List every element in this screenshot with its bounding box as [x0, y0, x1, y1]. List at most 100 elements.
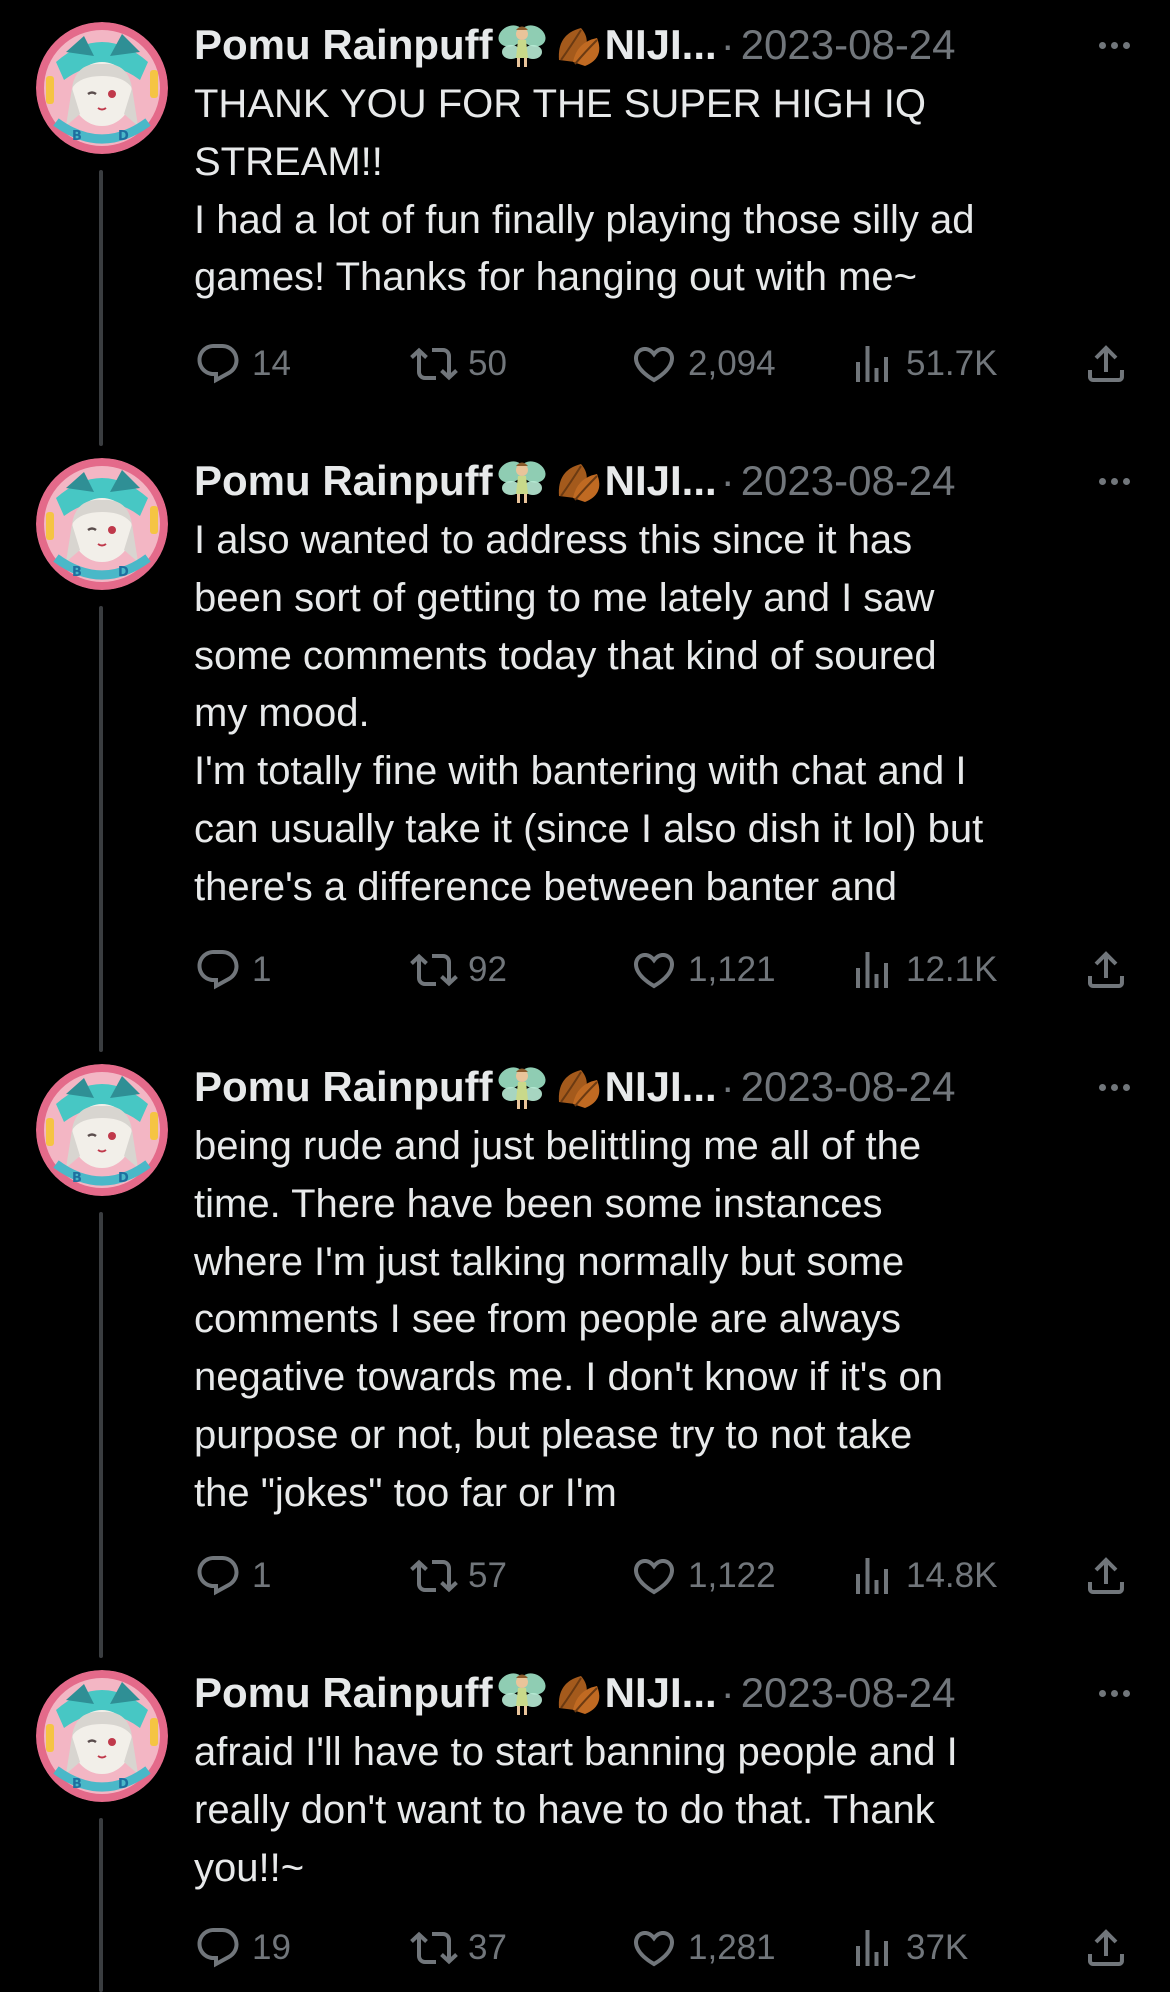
reply-button[interactable]: 14 [194, 334, 291, 394]
fallen-leaf-emoji [551, 20, 605, 70]
svg-text:B: B [72, 1777, 82, 1792]
thread-connector-line [99, 1818, 103, 1992]
share-button[interactable] [1082, 1546, 1130, 1606]
views-count: 12.1K [906, 950, 998, 989]
tweet-text-line: negative towards me. I don't know if it'… [194, 1355, 943, 1400]
views-button[interactable]: 37K [848, 1918, 968, 1978]
avatar[interactable]: B D [36, 22, 168, 154]
share-icon [1088, 1557, 1124, 1594]
tweet[interactable]: B D Pomu Rainpuff [0, 0, 1170, 446]
separator-dot: · [720, 21, 735, 68]
like-button[interactable]: 2,094 [630, 334, 776, 394]
views-icon [856, 1558, 888, 1594]
views-icon [856, 1930, 888, 1966]
separator-dot: · [720, 1669, 735, 1716]
thread-connector-line [99, 1212, 103, 1658]
tweet-header: Pomu Rainpuff NIJI... · 2023-08-24 [194, 1056, 1139, 1118]
tweet[interactable]: B D Pomu Rainpuff [0, 1648, 1170, 1992]
tweet-text-line: some comments today that kind of soured [194, 633, 937, 678]
tweet-text-line: afraid I'll have to start banning people… [194, 1730, 958, 1774]
heart-icon [633, 953, 675, 989]
author-handle-truncated[interactable]: NIJI... [605, 1669, 717, 1717]
retweet-icon [410, 347, 458, 381]
views-button[interactable]: 51.7K [848, 334, 997, 394]
share-button[interactable] [1082, 940, 1130, 1000]
heart-icon [633, 1559, 675, 1595]
reply-icon [197, 344, 239, 384]
svg-text:B: B [72, 1171, 82, 1186]
reply-button[interactable]: 1 [194, 1546, 271, 1606]
views-button[interactable]: 14.8K [848, 1546, 997, 1606]
tweet-date[interactable]: 2023-08-24 [741, 21, 956, 69]
tweet-text-line: I also wanted to address this since it h… [194, 518, 913, 562]
retweet-button[interactable]: 57 [410, 1546, 507, 1606]
tweet-text-line: THANK YOU FOR THE SUPER HIGH IQ [194, 82, 926, 126]
author-handle-truncated[interactable]: NIJI... [605, 457, 717, 505]
retweet-count: 37 [468, 1928, 507, 1967]
reply-button[interactable]: 19 [194, 1918, 291, 1978]
author-handle-truncated[interactable]: NIJI... [605, 21, 717, 69]
tweet-actions: 1 57 1,122 14.8K [194, 1546, 1134, 1606]
svg-text:D: D [118, 1777, 129, 1792]
tweet-text-line: I'm totally fine with bantering with cha… [194, 749, 967, 794]
tweet-text-line: really don't want to have to do that. Th… [194, 1787, 935, 1832]
avatar[interactable]: B D [36, 1670, 168, 1802]
share-button[interactable] [1082, 334, 1130, 394]
author-name[interactable]: Pomu Rainpuff [194, 21, 493, 69]
reply-count: 1 [252, 1556, 272, 1595]
views-button[interactable]: 12.1K [848, 940, 997, 1000]
svg-text:D: D [118, 565, 129, 580]
like-button[interactable]: 1,121 [630, 940, 776, 1000]
reply-count: 14 [252, 344, 291, 383]
tweet-text: being rude and just belittling me all of… [194, 1118, 1124, 1523]
fairy-emoji [495, 20, 549, 70]
author-handle-truncated[interactable]: NIJI... [605, 1063, 717, 1111]
separator-dot: · [720, 1063, 735, 1110]
separator-dot: · [720, 457, 735, 504]
tweet-date[interactable]: 2023-08-24 [741, 1063, 956, 1111]
retweet-button[interactable]: 50 [410, 334, 507, 394]
retweet-icon [410, 1931, 458, 1965]
reply-count: 1 [252, 950, 272, 989]
tweet-date[interactable]: 2023-08-24 [741, 457, 956, 505]
reply-icon [197, 1556, 239, 1596]
like-button[interactable]: 1,281 [630, 1918, 776, 1978]
more-options-icon[interactable] [1089, 22, 1139, 68]
reply-button[interactable]: 1 [194, 940, 271, 1000]
fallen-leaf-emoji [551, 1668, 605, 1718]
author-name[interactable]: Pomu Rainpuff [194, 457, 493, 505]
avatar[interactable]: B D [36, 458, 168, 590]
more-options-icon[interactable] [1089, 1670, 1139, 1716]
tweet-header: Pomu Rainpuff NIJI... · 2023-08-24 [194, 1662, 1139, 1724]
more-options-icon[interactable] [1089, 458, 1139, 504]
more-options-icon[interactable] [1089, 1064, 1139, 1110]
svg-text:B: B [72, 129, 82, 144]
tweet-text-line: I had a lot of fun finally playing those… [194, 197, 975, 242]
reply-count: 19 [252, 1928, 291, 1967]
avatar[interactable]: B D [36, 1064, 168, 1196]
tweet-text-line: where I'm just talking normally but some [194, 1239, 905, 1284]
tweet-text-line: can usually take it (since I also dish i… [194, 806, 984, 851]
fallen-leaf-emoji [551, 456, 605, 506]
views-icon [856, 346, 888, 382]
tweet[interactable]: B D Pomu Rainpuff [0, 436, 1170, 1052]
retweet-button[interactable]: 92 [410, 940, 507, 1000]
views-count: 51.7K [906, 344, 998, 383]
author-name[interactable]: Pomu Rainpuff [194, 1669, 493, 1717]
retweet-button[interactable]: 37 [410, 1918, 507, 1978]
tweet-date[interactable]: 2023-08-24 [741, 1669, 956, 1717]
tweet-text: THANK YOU FOR THE SUPER HIGH IQ STREAM!! I… [194, 76, 1124, 307]
tweet-thread: B D Pomu Rainpuff NIJI... · 2023-08-24 T… [0, 0, 1170, 1992]
reply-icon [197, 950, 239, 990]
tweet-text-line: games! Thanks for hanging out with me~ [194, 255, 918, 300]
share-button[interactable] [1082, 1918, 1130, 1978]
svg-text:D: D [118, 129, 129, 144]
tweet[interactable]: B D Pomu Rainpuff [0, 1042, 1170, 1658]
share-icon [1088, 951, 1124, 988]
svg-text:B: B [72, 565, 82, 580]
views-count: 14.8K [906, 1556, 998, 1595]
tweet-text: I also wanted to address this since it h… [194, 512, 1124, 917]
author-name[interactable]: Pomu Rainpuff [194, 1063, 493, 1111]
like-button[interactable]: 1,122 [630, 1546, 776, 1606]
fairy-emoji [495, 1668, 549, 1718]
